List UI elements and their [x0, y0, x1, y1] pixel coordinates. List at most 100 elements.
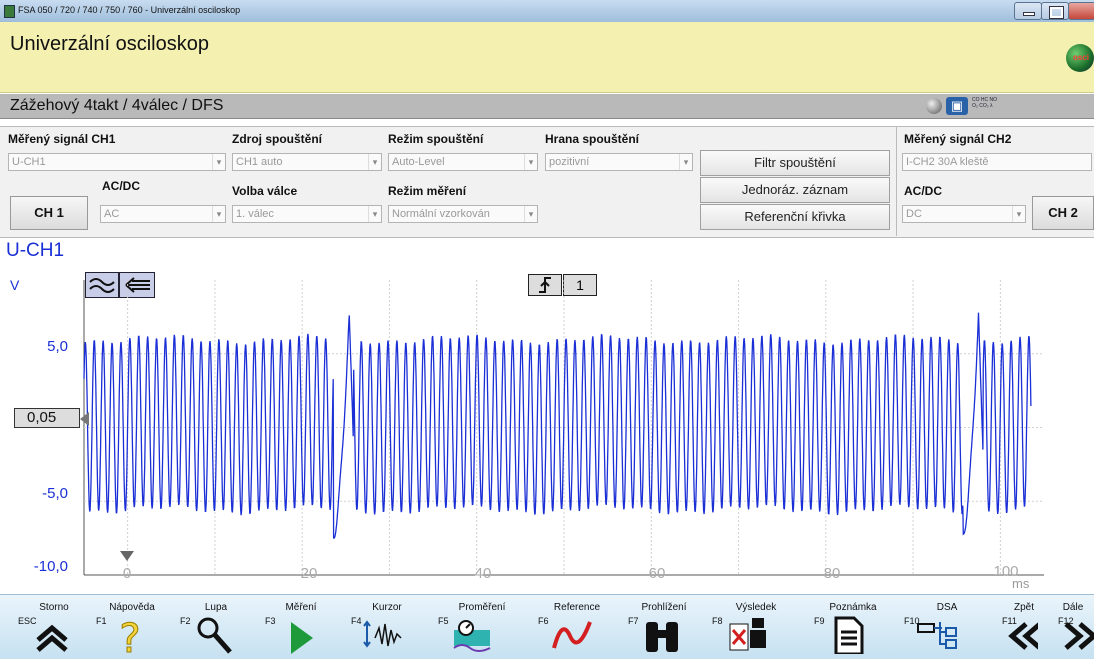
fkey-code: F8	[712, 616, 723, 626]
ch2-button[interactable]: CH 2	[1032, 196, 1094, 230]
fkey-code: F6	[538, 616, 549, 626]
trigger-edge-label: Hrana spouštění	[545, 132, 640, 146]
fkey-label: Poznámka	[829, 602, 877, 613]
fkey-esc[interactable]: Storno ESC	[12, 594, 96, 658]
cursor-icon	[363, 614, 407, 656]
chevron-down-icon: ▾	[524, 206, 537, 222]
gas-analyzer-icon: CO HC NO O₂ CO₂ λ	[972, 97, 997, 109]
chevron-down-icon: ▾	[368, 154, 381, 170]
fkey-code: F7	[628, 616, 639, 626]
chevron-down-icon: ▾	[212, 206, 225, 222]
app-title: Univerzální osciloskop	[10, 33, 209, 55]
fkey-f3[interactable]: Měření F3	[259, 594, 343, 658]
trigger-position-icon[interactable]	[120, 551, 134, 561]
single-capture-button[interactable]: Jednoráz. záznam	[700, 177, 890, 203]
ch2-signal-label: Měřený signál CH2	[904, 132, 1012, 146]
fkey-f11[interactable]: Zpět F11	[996, 594, 1052, 658]
fkey-label: Prohlížení	[641, 602, 687, 613]
fkey-f8[interactable]: Výsledek F8	[706, 594, 806, 658]
divider	[896, 126, 897, 236]
x-unit: ms	[1012, 576, 1030, 591]
globe-icon: osci	[1066, 44, 1094, 72]
chevron-down-icon: ▾	[212, 154, 225, 170]
waveform-line	[83, 312, 1032, 540]
play-icon	[277, 614, 321, 656]
trigger-mode-label: Režim spouštění	[388, 132, 484, 146]
y-tick-label: -5,0	[42, 485, 68, 502]
fkey-f12[interactable]: Dále F12	[1052, 594, 1094, 658]
waveform-plot	[83, 280, 1044, 576]
close-button[interactable]	[1068, 2, 1094, 20]
x-tick-label: 0	[122, 565, 132, 582]
ch2-signal-select[interactable]: I-CH2 30A kleště	[902, 153, 1092, 171]
x-tick-label: 20	[300, 565, 318, 582]
fkey-f10[interactable]: DSA F10	[898, 594, 996, 658]
svg-text:?: ?	[119, 616, 140, 654]
cylinder-label: Volba válce	[232, 184, 298, 198]
fkey-code: F5	[438, 616, 449, 626]
fkey-f4[interactable]: Kurzor F4	[345, 594, 429, 658]
fkey-f7[interactable]: Prohlížení F7	[622, 594, 706, 658]
reference-curve-icon	[550, 614, 594, 656]
fkey-label: Měření	[285, 602, 317, 613]
fkey-code: F2	[180, 616, 191, 626]
measure-icon	[450, 614, 494, 656]
fkey-label: Výsledek	[735, 602, 777, 613]
x-tick-label: 60	[648, 565, 666, 582]
fkey-f1[interactable]: Nápověda F1?	[90, 594, 174, 659]
fkey-code: F1	[96, 616, 107, 626]
fkey-f6[interactable]: Reference F6	[532, 594, 622, 658]
fkey-f2[interactable]: Lupa F2	[174, 594, 258, 658]
chevron-down-icon: ▾	[1012, 206, 1025, 222]
trigger-source-select[interactable]: CH1 auto ▾	[232, 153, 382, 171]
back-icon	[1004, 614, 1038, 656]
status-light-icon	[926, 98, 942, 114]
ch1-acdc-select[interactable]: AC ▾	[100, 205, 226, 223]
result-icon	[724, 614, 768, 656]
x-tick-label: 80	[823, 565, 841, 582]
ch1-signal-label: Měřený signál CH1	[8, 132, 116, 146]
cylinder-select[interactable]: 1. válec ▾	[232, 205, 382, 223]
fkey-label: Reference	[553, 602, 601, 613]
fkey-label: Proměření	[458, 602, 506, 613]
reference-curve-button[interactable]: Referenční křivka	[700, 204, 890, 230]
double-chevron-up-icon	[30, 614, 74, 656]
app-icon	[4, 5, 15, 18]
fkey-label: Zpět	[1013, 602, 1034, 613]
ch1-button[interactable]: CH 1	[10, 196, 88, 230]
engine-config: Zážehový 4takt / 4válec / DFS	[10, 97, 224, 114]
minimize-button[interactable]	[1014, 2, 1042, 20]
offset-marker[interactable]: 0,05	[14, 408, 80, 428]
fkey-code: F3	[265, 616, 276, 626]
fkey-label: Storno	[39, 602, 69, 613]
fkey-f9[interactable]: Poznámka F9	[808, 594, 898, 658]
car-icon: ▣	[946, 97, 968, 115]
fkey-label: Kurzor	[372, 602, 402, 613]
fkey-code: F4	[351, 616, 362, 626]
y-tick-label: -10,0	[33, 558, 68, 575]
question-icon: ?	[108, 614, 152, 659]
binoculars-icon	[640, 614, 684, 656]
fkey-label: Dále	[1062, 602, 1084, 613]
dsa-icon	[916, 614, 960, 656]
ch1-acdc-label: AC/DC	[102, 179, 140, 193]
fkey-code: F9	[814, 616, 825, 626]
chevron-down-icon: ▾	[368, 206, 381, 222]
trigger-filter-button[interactable]: Filtr spouštění	[700, 150, 890, 176]
offset-arrow-icon	[80, 412, 89, 426]
trigger-edge-select[interactable]: pozitivní ▾	[545, 153, 693, 171]
fkey-label: Nápověda	[109, 602, 155, 613]
fkey-label: DSA	[936, 602, 958, 613]
x-tick-label: 40	[474, 565, 492, 582]
ch1-signal-select[interactable]: U-CH1 ▾	[8, 153, 226, 171]
ch2-acdc-select[interactable]: DC ▾	[902, 205, 1026, 223]
ch2-acdc-label: AC/DC	[904, 184, 942, 198]
maximize-button[interactable]	[1041, 2, 1069, 20]
measure-mode-select[interactable]: Normální vzorkován ▾	[388, 205, 538, 223]
trigger-mode-select[interactable]: Auto-Level ▾	[388, 153, 538, 171]
fkey-f5[interactable]: Proměření F5	[432, 594, 532, 658]
measure-mode-label: Režim měření	[388, 184, 467, 198]
window-title: FSA 050 / 720 / 740 / 750 / 760 - Univer…	[18, 5, 241, 15]
chevron-down-icon: ▾	[524, 154, 537, 170]
y-tick-label: 5,0	[47, 338, 68, 355]
